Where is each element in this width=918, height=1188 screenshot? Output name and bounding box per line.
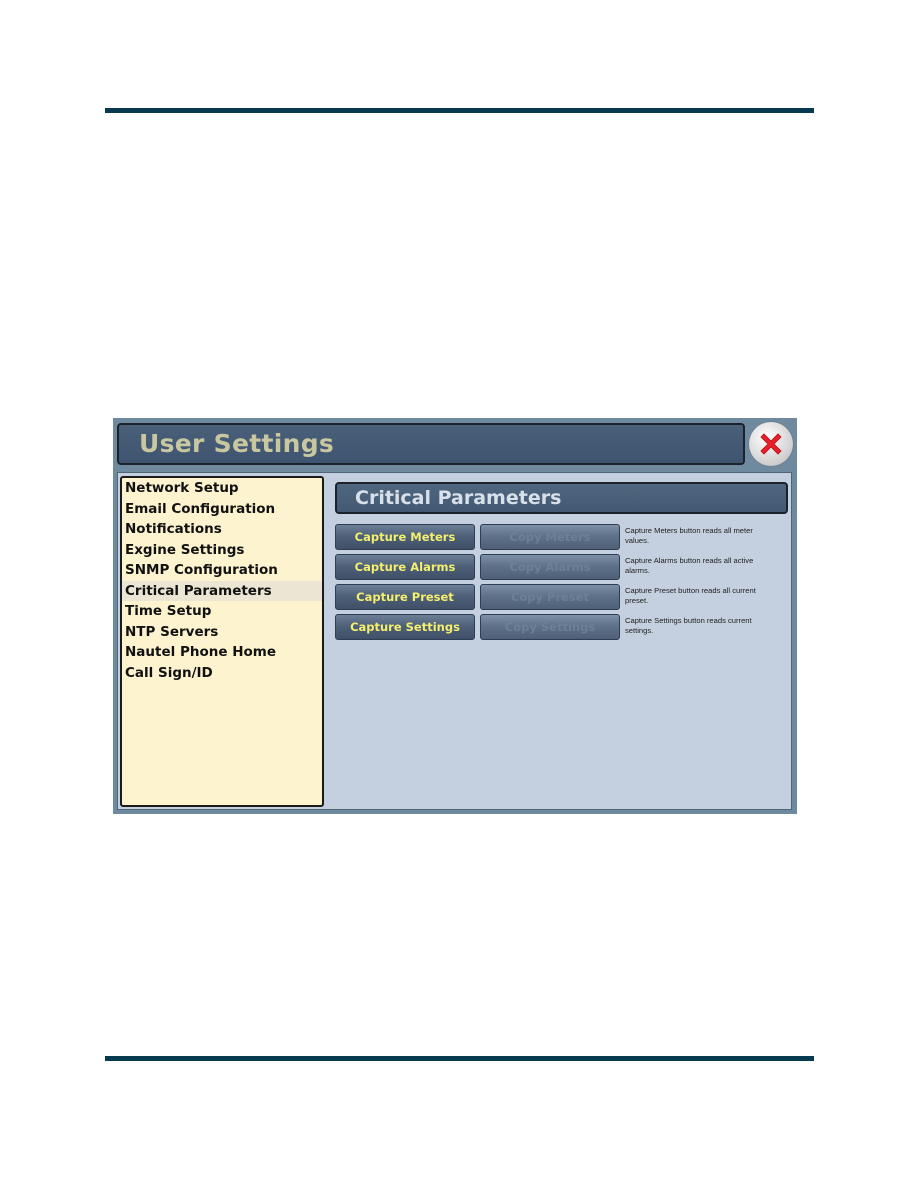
section-title: Critical Parameters [355,487,562,509]
menu-item-time-setup[interactable]: Time Setup [122,601,322,622]
settings-menu: Network Setup Email Configuration Notifi… [120,476,324,807]
close-x-icon [760,433,782,455]
menu-item-network-setup[interactable]: Network Setup [122,478,322,499]
section-header: Critical Parameters [335,482,788,514]
menu-item-exgine-settings[interactable]: Exgine Settings [122,540,322,561]
window-title: User Settings [139,429,335,458]
menu-item-snmp-configuration[interactable]: SNMP Configuration [122,560,322,581]
user-settings-window: User Settings Network Setup Email Config… [113,418,797,814]
capture-settings-description: Capture Settings button reads current se… [625,616,752,635]
menu-item-notifications[interactable]: Notifications [122,519,322,540]
menu-item-ntp-servers[interactable]: NTP Servers [122,622,322,643]
capture-preset-description: Capture Preset button reads all current … [625,586,756,605]
capture-alarms-button[interactable]: Capture Alarms [335,554,475,580]
capture-meters-button[interactable]: Capture Meters [335,524,475,550]
menu-item-critical-parameters[interactable]: Critical Parameters [122,580,322,601]
copy-settings-button[interactable]: Copy Settings [480,614,620,640]
menu-item-nautel-phone-home[interactable]: Nautel Phone Home [122,642,322,663]
capture-alarms-description: Capture Alarms button reads all active a… [625,556,754,575]
menu-item-email-configuration[interactable]: Email Configuration [122,499,322,520]
copy-meters-button[interactable]: Copy Meters [480,524,620,550]
menu-item-call-sign-id[interactable]: Call Sign/ID [122,663,322,684]
close-button[interactable] [749,422,793,466]
copy-preset-button[interactable]: Copy Preset [480,584,620,610]
header-rule [105,108,814,113]
title-bar: User Settings [117,423,745,465]
capture-settings-button[interactable]: Capture Settings [335,614,475,640]
capture-meters-description: Capture Meters button reads all meter va… [625,526,753,545]
footer-rule [105,1056,814,1061]
settings-body: Network Setup Email Configuration Notifi… [117,472,792,810]
capture-preset-button[interactable]: Capture Preset [335,584,475,610]
copy-alarms-button[interactable]: Copy Alarms [480,554,620,580]
